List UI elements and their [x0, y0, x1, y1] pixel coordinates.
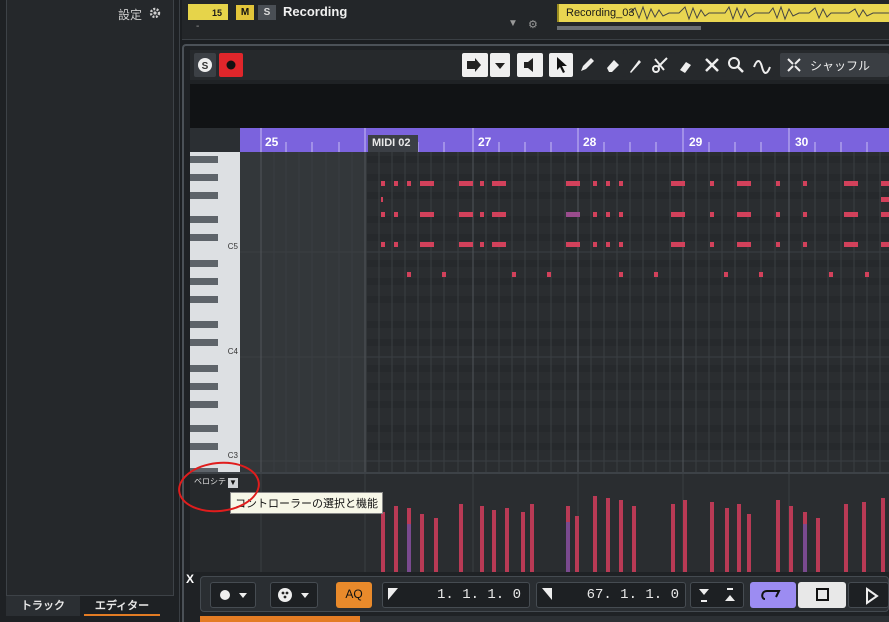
bar-number: 27: [478, 135, 492, 149]
auto-quantize-button[interactable]: AQ: [336, 582, 372, 608]
bar-number: 28: [583, 135, 597, 149]
zoom-tool-icon[interactable]: [724, 53, 748, 77]
part-label[interactable]: MIDI 02: [368, 135, 418, 152]
velocity-grid[interactable]: [240, 474, 889, 572]
gear-icon[interactable]: [148, 6, 162, 20]
tab-editor[interactable]: エディター: [84, 596, 160, 616]
eraser-tool-icon[interactable]: [600, 53, 624, 77]
locator-jump-buttons[interactable]: [690, 582, 744, 608]
right-locator-icon: [542, 588, 552, 600]
mute-tool-icon[interactable]: [700, 53, 724, 77]
status-strip: [200, 616, 889, 622]
pointer-tool-icon[interactable]: [549, 53, 573, 77]
close-icon[interactable]: X: [186, 572, 194, 586]
octave-label: C3: [227, 451, 238, 460]
shuffle-label: シャッフル: [810, 59, 871, 73]
svg-text:S: S: [202, 61, 209, 72]
ruler[interactable]: [240, 128, 889, 152]
cycle-button[interactable]: [750, 582, 796, 608]
record-mode-dropdown[interactable]: [210, 582, 256, 608]
settings-label[interactable]: 設定: [118, 6, 142, 23]
bar-number: 25: [265, 135, 279, 149]
chevron-down-icon[interactable]: ▼: [508, 18, 518, 29]
solo-button[interactable]: S: [258, 5, 276, 20]
bar-number: 29: [689, 135, 703, 149]
pencil-tool-icon[interactable]: [575, 53, 599, 77]
right-locator-field[interactable]: 67. 1. 1. 0: [536, 582, 686, 608]
metronome-dropdown[interactable]: [270, 582, 318, 608]
shuffle-icon: [787, 58, 801, 72]
track-sub: -: [196, 21, 200, 32]
clip-name: Recording_03: [566, 7, 635, 19]
chevron-down-icon[interactable]: [490, 53, 510, 77]
line-tool-icon[interactable]: [750, 53, 774, 77]
record-in-editor-button[interactable]: [219, 53, 243, 77]
info-line: [190, 84, 889, 128]
track-name[interactable]: Recording: [283, 4, 347, 19]
clip-scrollbar[interactable]: [557, 26, 701, 30]
play-button[interactable]: [848, 582, 889, 608]
gear-icon[interactable]: ⚙: [528, 18, 538, 31]
track-number: 15: [212, 8, 223, 18]
trim-tool-icon[interactable]: [624, 53, 648, 77]
speaker-icon[interactable]: [517, 53, 543, 77]
tab-track[interactable]: トラック: [6, 596, 80, 616]
bar-number: 30: [795, 135, 809, 149]
stop-button[interactable]: [798, 582, 846, 608]
shuffle-mode[interactable]: シャッフル: [780, 53, 889, 77]
autoscroll-button[interactable]: [462, 53, 488, 77]
piano-keyboard[interactable]: C5 C4 C3: [190, 152, 240, 472]
left-locator-field[interactable]: 1. 1. 1. 0: [382, 582, 530, 608]
glue-tool-icon[interactable]: [674, 53, 698, 77]
left-locator-icon: [388, 588, 398, 600]
mute-button[interactable]: M: [236, 5, 254, 20]
octave-label: C5: [227, 242, 238, 251]
note-grid[interactable]: [240, 152, 889, 472]
scissors-tool-icon[interactable]: [648, 53, 672, 77]
left-zone-content: [6, 0, 174, 596]
solo-editor-button[interactable]: S: [194, 53, 216, 77]
octave-label: C4: [227, 347, 238, 356]
